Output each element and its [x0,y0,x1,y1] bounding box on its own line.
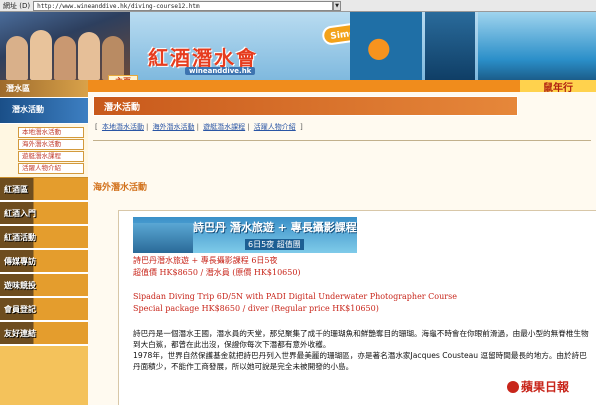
sidebar: 潛水區 潛水活動 本地潛水活動 海外潛水活動 遊艇潛水課程 活躍人物介紹 紅酒區… [0,80,88,405]
trip-title-zh: 詩巴丹潛水旅遊 + 專長攝影課程 6日5夜 [133,256,278,265]
group-photo [0,12,130,80]
apple-logo-icon [507,381,519,393]
promo-banner[interactable]: 詩巴丹 潛水旅遊 + 專長攝影課程 6日5夜 超值團 [133,217,357,253]
sidebar-section-diving[interactable]: 潛水區 [0,80,88,98]
url-input[interactable]: http://www.wineanddive.hk/diving-course1… [33,0,334,11]
sub-navigation: [ 本地潛水活動 | 海外潛水活動 | 遊艇潛水課程 | 活躍人物介紹 ] [95,123,303,131]
sidebar-item-wine[interactable]: 紅酒區 [0,178,88,202]
sidebar-item-membership[interactable]: 會員登記 [0,298,88,322]
watermark: 蘋果日報 [505,378,572,395]
subnav-yacht[interactable]: 遊艇潛水課程 [203,123,245,131]
sidebar-item-auction[interactable]: 遊味競投 [0,274,88,298]
section-heading: 海外潛水活動 [93,183,148,193]
url-dropdown-icon[interactable]: ▼ [333,0,342,11]
address-label: 網址 (D) [3,1,31,10]
promo-title: 詩巴丹 潛水旅遊 + 專長攝影課程 [193,221,357,234]
sidebar-item-diving-activities[interactable]: 潛水活動 [0,98,88,124]
sidebar-sub-local[interactable]: 本地潛水活動 [18,127,84,138]
sea-image [478,12,596,80]
subnav-people[interactable]: 活躍人物介紹 [254,123,296,131]
trip-price-en: Special package HK$8650 / diver (Regular… [133,304,379,313]
divider [93,140,591,141]
sidebar-item-wine-intro[interactable]: 紅酒入門 [0,202,88,226]
sidebar-sub-overseas[interactable]: 海外潛水活動 [18,139,84,150]
sidebar-submenu: 本地潛水活動 海外潛水活動 遊艇潛水課程 活躍人物介紹 [0,124,88,178]
sidebar-item-links[interactable]: 友好連結 [0,322,88,346]
sidebar-sub-people[interactable]: 活躍人物介紹 [18,163,84,174]
diver-image [425,12,475,80]
clownfish-image [350,12,422,80]
sidebar-sub-yacht[interactable]: 遊艇潛水課程 [18,151,84,162]
article-paragraph-2: 1978年，世界自然保護基金就把詩巴丹列入世界最美麗的珊瑚區，亦是著名潛水家Ja… [133,351,587,371]
trip-title-en: Sipadan Diving Trip 6D/5N with PADI Digi… [133,292,457,301]
article-paragraph-1: 詩巴丹是一個潛水王國，潛水員的天堂，那兒聚集了成千的珊瑚魚和鮮艷奪目的珊瑚。海龜… [133,329,589,349]
page-title: 潛水活動 [104,103,141,113]
page-title-bar: 潛水活動 [93,96,518,116]
promo-subtitle: 6日5夜 超值團 [245,239,304,250]
trip-price-zh: 超值價 HK$8650 / 潛水員 (原價 HK$10650) [133,268,301,277]
site-domain: wineanddive.hk [185,67,256,75]
header-banner: 紅酒潛水會 wineanddive.hk Simon蔣柏鑑 主頁 [0,12,596,80]
sidebar-item-media[interactable]: 傳媒專訪 [0,250,88,274]
trip-article: 詩巴丹 潛水旅遊 + 專長攝影課程 6日5夜 超值團 詩巴丹潛水旅遊 + 專長攝… [118,210,596,405]
subnav-local[interactable]: 本地潛水活動 [102,123,144,131]
address-bar: 網址 (D) http://www.wineanddive.hk/diving-… [0,0,596,12]
subnav-overseas[interactable]: 海外潛水活動 [153,123,195,131]
jetty-image [133,223,193,253]
sidebar-item-wine-events[interactable]: 紅酒活動 [0,226,88,250]
